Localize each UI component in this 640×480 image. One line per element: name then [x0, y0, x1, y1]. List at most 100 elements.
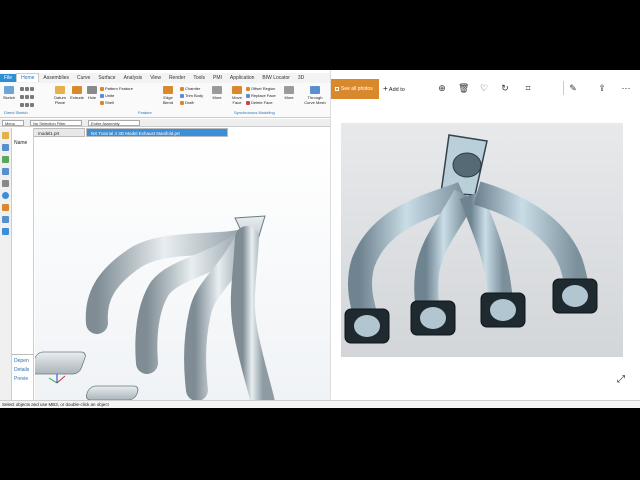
- more-feature-label: More: [212, 95, 222, 100]
- expand-icon[interactable]: ⤢: [617, 374, 625, 385]
- navigator-dependencies[interactable]: Depen: [14, 358, 29, 364]
- tab-analysis[interactable]: Analysis: [120, 74, 147, 82]
- selection-filter-dropdown[interactable]: No Selection Filter: [30, 120, 82, 126]
- tab-render[interactable]: Render: [165, 74, 189, 82]
- more-icon[interactable]: ⋯: [621, 83, 631, 93]
- trim-body-button[interactable]: Trim Body: [180, 93, 203, 98]
- group-synchronous-modeling: Synchronous Modeling: [234, 110, 275, 115]
- photos-window: See all photos + Add to ⊕ 🗑 ♡ ↻ ⌗ ✎ ⇪ ⋯: [330, 70, 640, 400]
- sketch-tools[interactable]: [20, 86, 35, 91]
- offset-region-button[interactable]: Offset Region: [246, 86, 275, 91]
- group-direct-sketch: Direct Sketch: [4, 110, 28, 115]
- edge-blend-label: Edge Blend: [162, 95, 174, 105]
- sketch-tools-2[interactable]: [20, 94, 35, 99]
- document-tabs: model1.prt NX Tutorial 4 3D Model Exhaus…: [30, 128, 330, 137]
- tab-assemblies[interactable]: Assemblies: [39, 74, 73, 82]
- part-navigator-icon[interactable]: [2, 132, 9, 139]
- shell-label: Shell: [105, 100, 114, 105]
- through-curve-mesh-icon: [310, 86, 320, 94]
- roles-icon[interactable]: [2, 216, 9, 223]
- render-outlet-bore: [452, 152, 482, 178]
- more-icon: [284, 86, 294, 94]
- edge-blend-icon: [163, 86, 173, 94]
- tab-curve[interactable]: Curve: [73, 74, 94, 82]
- crop-icon[interactable]: ⌗: [523, 83, 533, 93]
- navigator-preview[interactable]: Previe: [14, 376, 28, 382]
- sketch-tools-3[interactable]: [20, 102, 35, 107]
- delete-icon[interactable]: 🗑: [458, 83, 469, 93]
- constraint-navigator-icon[interactable]: [2, 156, 9, 163]
- tab-3d[interactable]: 3D: [294, 74, 308, 82]
- tab-application[interactable]: Application: [226, 74, 258, 82]
- tab-file[interactable]: File: [0, 74, 17, 82]
- tab-pmi[interactable]: PMI: [209, 74, 226, 82]
- edit-icon[interactable]: ✎: [568, 83, 578, 93]
- web-browser-icon[interactable]: [2, 192, 9, 199]
- toolbar-separator: [563, 81, 564, 95]
- view-triad: [48, 374, 66, 384]
- pattern-feature-button[interactable]: Pattern Feature: [100, 86, 133, 91]
- tab-biw-locator[interactable]: BIW Locator: [258, 74, 294, 82]
- more-icon: [212, 86, 222, 94]
- extrude-button[interactable]: Extrude: [69, 86, 85, 100]
- rendered-manifold-image: [341, 123, 623, 357]
- through-curve-mesh-label: Through Curve Mesh: [304, 95, 326, 105]
- see-all-photos-button[interactable]: See all photos: [331, 79, 379, 99]
- assembly-scope-dropdown[interactable]: Entire Assembly: [88, 120, 140, 126]
- share-icon[interactable]: ⇪: [597, 83, 607, 93]
- graphics-viewport[interactable]: [0, 138, 330, 408]
- datum-plane-icon: [55, 86, 65, 94]
- move-face-icon: [232, 86, 242, 94]
- hole-button[interactable]: Hole: [86, 86, 98, 100]
- reuse-library-icon[interactable]: [2, 168, 9, 175]
- system-materials-icon[interactable]: [2, 228, 9, 235]
- screen: File Home Assemblies Curve Surface Analysis Vi…: [0, 70, 640, 408]
- replace-face-label: Replace Face: [251, 93, 276, 98]
- more-sync-button[interactable]: More: [283, 86, 295, 100]
- doc-tab-exhaust-manifold[interactable]: NX Tutorial 4 3D Model Exhaust Manifold.…: [86, 128, 228, 137]
- tab-view[interactable]: View: [146, 74, 165, 82]
- favorite-icon[interactable]: ♡: [479, 83, 489, 93]
- ribbon: Sketch Datum Plane Extrude Hole Pattern …: [0, 83, 330, 118]
- datum-plane-button[interactable]: Datum Plane: [52, 86, 68, 105]
- menu-button[interactable]: Menu: [2, 120, 24, 126]
- process-studio-icon[interactable]: [2, 204, 9, 211]
- group-feature: Feature: [138, 110, 152, 115]
- replace-face-icon: [246, 94, 250, 98]
- ribbon-tabs: File Home Assemblies Curve Surface Analysis Vi…: [0, 73, 330, 83]
- chamfer-button[interactable]: Chamfer: [180, 86, 200, 91]
- delete-face-button[interactable]: Delete Face: [246, 100, 273, 105]
- delete-face-label: Delete Face: [251, 100, 273, 105]
- replace-face-button[interactable]: Replace Face: [246, 93, 276, 98]
- edge-blend-button[interactable]: Edge Blend: [160, 86, 176, 105]
- tab-home[interactable]: Home: [16, 73, 40, 82]
- add-to-button[interactable]: + Add to: [383, 79, 405, 99]
- zoom-icon[interactable]: ⊕: [437, 83, 447, 93]
- chamfer-icon: [180, 87, 184, 91]
- draft-button[interactable]: Draft: [180, 100, 194, 105]
- shell-button[interactable]: Shell: [100, 100, 114, 105]
- history-icon[interactable]: [2, 180, 9, 187]
- delete-face-icon: [246, 101, 250, 105]
- draft-icon: [180, 101, 184, 105]
- extrude-label: Extrude: [70, 95, 84, 100]
- unite-button[interactable]: Unite: [100, 93, 114, 98]
- render-inlet-flanges: [344, 278, 598, 344]
- extrude-icon: [72, 86, 82, 94]
- assembly-navigator-icon[interactable]: [2, 144, 9, 151]
- more-feature-button[interactable]: More: [211, 86, 223, 100]
- rotate-icon[interactable]: ↻: [500, 83, 510, 93]
- manifold-render: [344, 134, 598, 344]
- move-face-button[interactable]: Move Face: [230, 86, 244, 105]
- shell-icon: [100, 101, 104, 105]
- more-sync-label: More: [284, 95, 294, 100]
- draft-label: Draft: [185, 100, 194, 105]
- sketch-button[interactable]: Sketch: [2, 86, 16, 100]
- navigator-details[interactable]: Details: [14, 367, 29, 373]
- doc-tab-model1[interactable]: model1.prt: [33, 128, 85, 137]
- tab-surface[interactable]: Surface: [94, 74, 119, 82]
- pattern-feature-label: Pattern Feature: [105, 86, 133, 91]
- part-navigator: Name Depen Details Previe: [12, 128, 34, 400]
- through-curve-mesh-button[interactable]: Through Curve Mesh: [303, 86, 327, 105]
- tab-tools[interactable]: Tools: [189, 74, 209, 82]
